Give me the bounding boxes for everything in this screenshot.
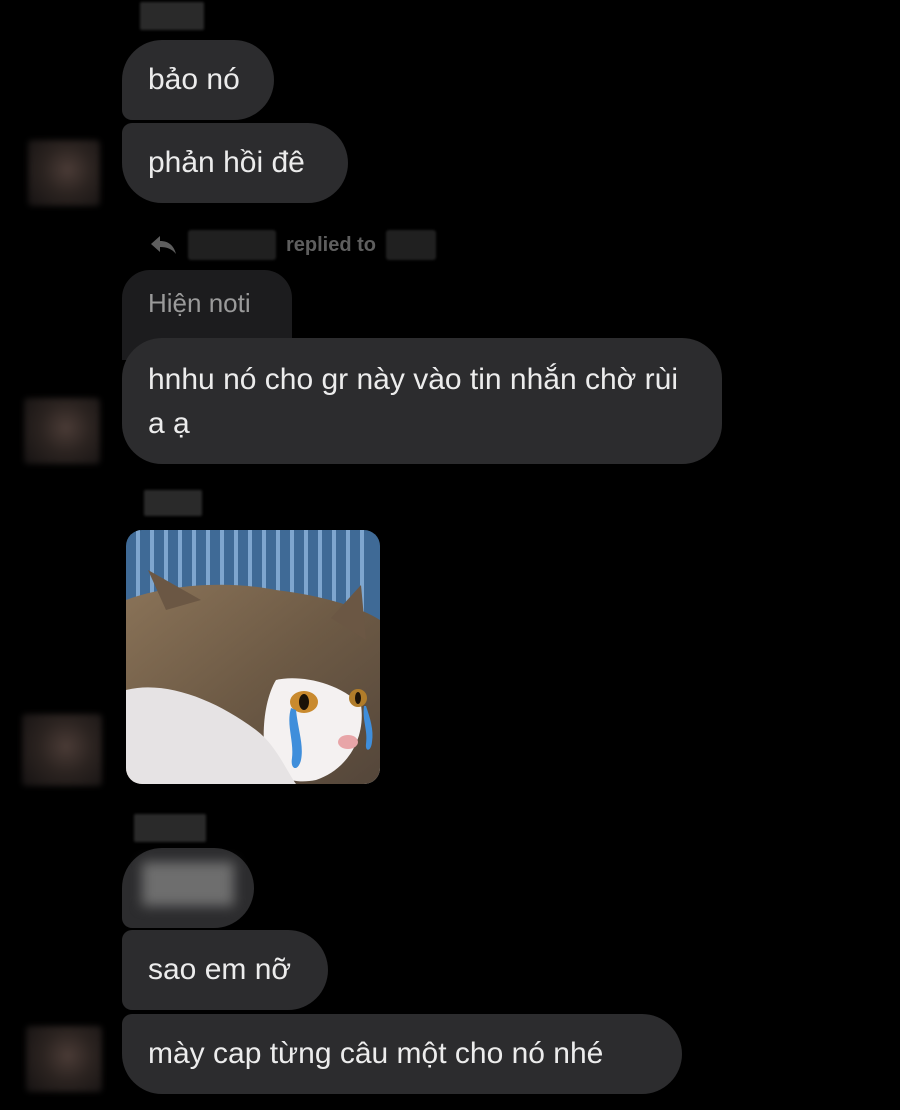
reply-target-redacted bbox=[386, 230, 437, 260]
redacted-message-content bbox=[142, 862, 234, 906]
message-bubble[interactable]: sao em nỡ bbox=[122, 930, 328, 1010]
quoted-text: Hiện noti bbox=[148, 288, 251, 318]
crying-cat-icon bbox=[126, 530, 380, 784]
message-text: phản hồi đê bbox=[148, 146, 305, 179]
sender-name-redacted bbox=[134, 814, 206, 842]
message-text: mày cap từng câu một cho nó nhé bbox=[148, 1037, 604, 1070]
reply-header: replied to bbox=[148, 228, 437, 262]
message-bubble[interactable]: mày cap từng câu một cho nó nhé bbox=[122, 1014, 682, 1094]
message-text: hnhu nó cho gr này vào tin nhắn chờ rùi … bbox=[148, 363, 679, 440]
message-bubble[interactable]: hnhu nó cho gr này vào tin nhắn chờ rùi … bbox=[122, 338, 722, 464]
sender-name-redacted bbox=[140, 2, 204, 30]
avatar[interactable] bbox=[26, 1026, 102, 1092]
reply-arrow-icon bbox=[151, 236, 176, 254]
message-text: sao em nỡ bbox=[148, 953, 292, 986]
avatar[interactable] bbox=[28, 140, 100, 206]
message-bubble[interactable]: bảo nó bbox=[122, 40, 274, 120]
crying-cat-sticker[interactable] bbox=[126, 530, 380, 784]
avatar[interactable] bbox=[24, 398, 100, 464]
message-bubble[interactable]: phản hồi đê bbox=[122, 123, 348, 203]
chat-screen: { "conversation": { "reply_header": { "l… bbox=[0, 0, 900, 1110]
message-text: bảo nó bbox=[148, 63, 240, 96]
avatar[interactable] bbox=[22, 714, 102, 786]
reply-label: replied to bbox=[286, 233, 377, 256]
sender-name-redacted bbox=[144, 490, 202, 516]
reply-sender-redacted bbox=[188, 230, 276, 260]
